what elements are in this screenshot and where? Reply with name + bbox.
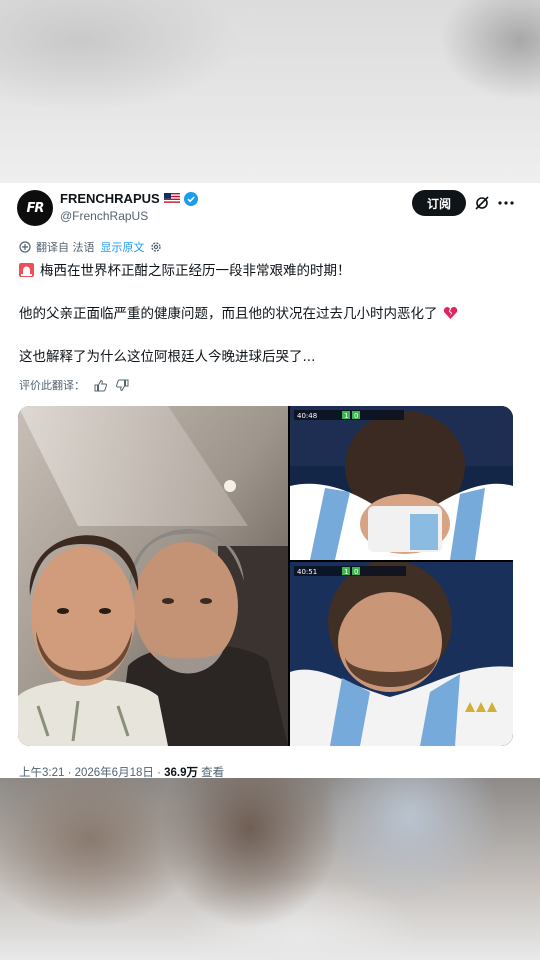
scoreboard-top-home: 1 xyxy=(344,412,348,420)
player-crying-photo-top[interactable]: 40:48 1 0 xyxy=(290,406,513,560)
rate-translation-row: 评价此翻译： xyxy=(19,377,129,393)
blurred-background-top xyxy=(0,0,540,183)
thumbs-up-icon[interactable] xyxy=(94,379,107,392)
translated-from-label: 翻译自 法语 xyxy=(36,241,95,254)
scoreboard-bottom-home: 1 xyxy=(344,568,348,576)
translation-info: 翻译自 法语 显示原文 xyxy=(19,239,162,255)
siren-emoji-icon xyxy=(19,263,34,277)
gear-icon[interactable] xyxy=(150,241,162,253)
more-options-icon[interactable] xyxy=(497,195,515,211)
post-text-line-2: 他的父亲正面临严重的健康问题，而且他的状况在过去几小时内恶化了 xyxy=(19,302,458,322)
media-grid[interactable]: 40:48 1 0 40:51 1 0 xyxy=(18,406,513,746)
scoreboard-bottom-time: 40:51 xyxy=(297,568,317,576)
post-text-line-3: 这也解释了为什么这位阿根廷人今晚进球后哭了... xyxy=(19,349,316,365)
post-line-1-text: 梅西在世界杯正酣之际正经历一段非常艰难的时期！ xyxy=(40,263,351,279)
rate-translation-label: 评价此翻译： xyxy=(19,379,85,392)
scoreboard-top-time: 40:48 xyxy=(297,412,317,420)
avatar-initials: FR xyxy=(26,200,45,216)
us-flag-icon xyxy=(163,193,180,204)
author-name-row: FRENCHRAPUS xyxy=(60,191,198,206)
author-handle[interactable]: @FrenchRapUS xyxy=(60,209,148,223)
broken-heart-emoji-icon xyxy=(443,307,457,319)
player-crying-photo-bottom[interactable]: 40:51 1 0 xyxy=(290,562,513,746)
thumbs-down-icon[interactable] xyxy=(116,379,129,392)
scoreboard-top-away: 0 xyxy=(354,412,358,420)
grok-icon[interactable] xyxy=(474,195,490,211)
selfie-photo[interactable] xyxy=(18,406,288,746)
avatar[interactable]: FR xyxy=(17,190,53,226)
translate-icon xyxy=(19,241,31,253)
subscribe-button[interactable]: 订阅 xyxy=(412,190,466,216)
verified-badge-icon xyxy=(183,191,198,206)
tweet-card: FR FRENCHRAPUS @FrenchRapUS 订阅 翻译自 法语 显示… xyxy=(0,183,540,779)
author-display-name[interactable]: FRENCHRAPUS xyxy=(60,191,160,206)
post-text-line-1: 梅西在世界杯正酣之际正经历一段非常艰难的时期！ xyxy=(19,259,351,279)
blurred-background-bottom xyxy=(0,778,540,960)
show-original-link[interactable]: 显示原文 xyxy=(101,239,145,255)
post-line-2-text: 他的父亲正面临严重的健康问题，而且他的状况在过去几小时内恶化了 xyxy=(19,306,438,322)
scoreboard-bottom-away: 0 xyxy=(354,568,358,576)
